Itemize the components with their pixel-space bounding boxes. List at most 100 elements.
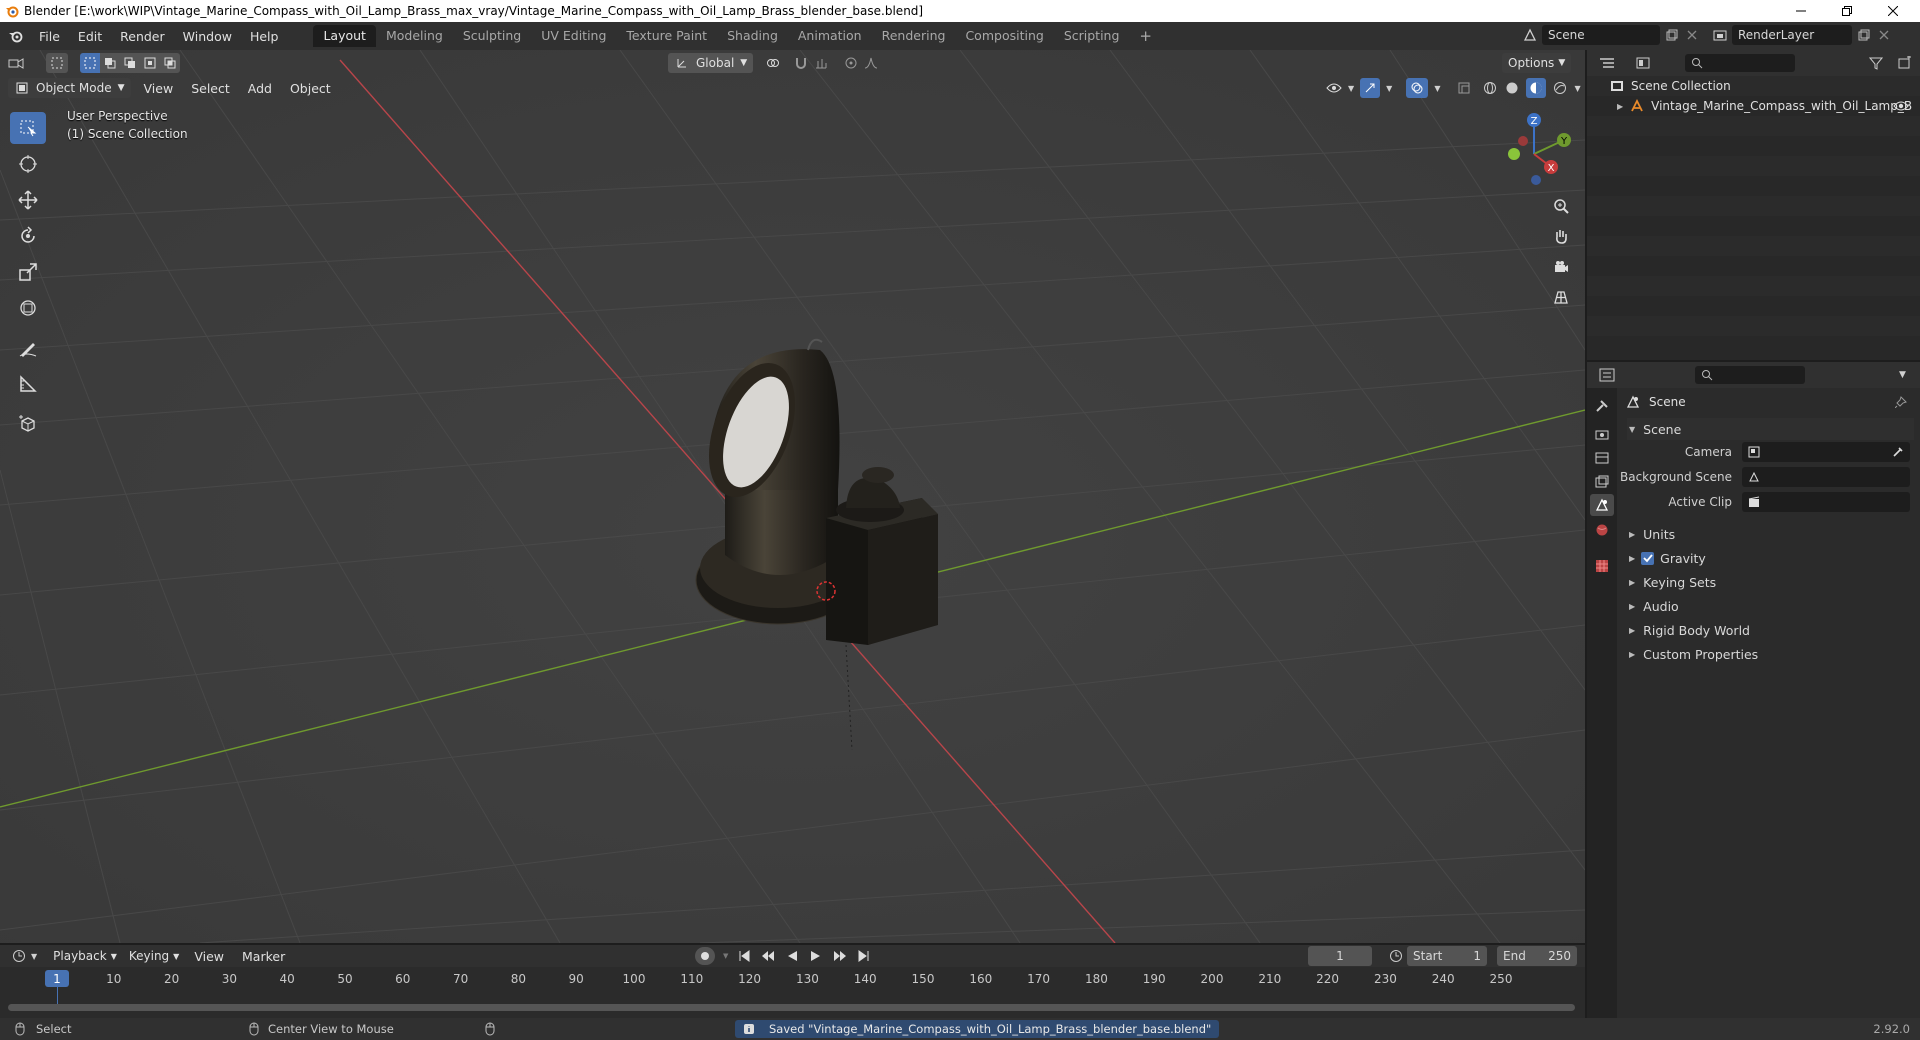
pivot-point-icon[interactable] — [765, 55, 781, 71]
rigid-body-world-panel[interactable]: ▶ Rigid Body World — [1627, 619, 1914, 641]
properties-search-input[interactable] — [1695, 366, 1805, 384]
delete-scene-icon[interactable] — [1684, 27, 1700, 43]
editor-type-icon[interactable] — [8, 55, 24, 71]
tab-animation[interactable]: Animation — [788, 25, 872, 47]
menu-file[interactable]: File — [30, 29, 69, 44]
tab-sculpting[interactable]: Sculpting — [453, 25, 531, 47]
orthographic-toggle-icon[interactable] — [1548, 284, 1574, 310]
chevron-down-icon[interactable]: ▼ — [723, 952, 728, 960]
select-subtract-icon[interactable] — [120, 53, 140, 73]
zoom-icon[interactable] — [1548, 193, 1574, 219]
new-scene-icon[interactable] — [1664, 27, 1680, 43]
tab-shading[interactable]: Shading — [717, 25, 788, 47]
solid-shading-icon[interactable] — [1504, 80, 1520, 96]
snap-target-icon[interactable] — [813, 55, 829, 71]
play-icon[interactable] — [808, 948, 824, 964]
camera-field[interactable] — [1742, 442, 1910, 462]
play-reverse-icon[interactable] — [784, 948, 800, 964]
chevron-down-icon[interactable]: ▼ — [1899, 370, 1906, 380]
timeline-scrollbar[interactable] — [8, 1004, 1575, 1011]
active-clip-field[interactable] — [1742, 492, 1910, 512]
pan-hand-icon[interactable] — [1548, 223, 1574, 249]
chevron-down-icon[interactable]: ▼ — [1434, 84, 1440, 93]
chevron-down-icon[interactable]: ▼ — [1348, 84, 1354, 93]
keying-menu[interactable]: Keying ▼ — [123, 946, 185, 966]
chevron-down-icon[interactable]: ▼ — [31, 952, 37, 961]
overlays-toggle-icon[interactable] — [1406, 78, 1429, 98]
blender-menu-icon[interactable] — [8, 28, 24, 44]
options-dropdown[interactable]: Options ▼ — [1502, 53, 1572, 73]
viewport-menu-add[interactable]: Add — [239, 81, 281, 96]
transform-tool[interactable] — [10, 292, 46, 324]
falloff-icon[interactable] — [863, 55, 879, 71]
measure-tool[interactable] — [10, 368, 46, 400]
move-tool[interactable] — [10, 184, 46, 216]
timeline-ruler[interactable]: 1 10 20 30 40 50 60 70 80 90 100 110 120 130 140 150 16… — [0, 967, 1585, 1018]
display-mode-icon[interactable] — [1635, 55, 1651, 71]
chevron-down-icon[interactable]: ▼ — [1574, 84, 1580, 93]
menu-edit[interactable]: Edit — [69, 29, 111, 44]
camera-view-icon[interactable] — [1548, 254, 1574, 280]
outliner-search-input[interactable] — [1685, 54, 1795, 72]
pin-icon[interactable] — [1893, 394, 1909, 410]
tool-tab-icon[interactable] — [1594, 398, 1610, 414]
end-frame-field[interactable]: End 250 — [1497, 946, 1577, 966]
outliner-editor-icon[interactable] — [1599, 55, 1615, 71]
rotate-tool[interactable] — [10, 220, 46, 252]
record-icon[interactable] — [695, 947, 715, 965]
cursor-tool[interactable] — [10, 148, 46, 180]
tab-uv-editing[interactable]: UV Editing — [531, 25, 616, 47]
select-extend-icon[interactable] — [100, 53, 120, 73]
next-keyframe-icon[interactable] — [832, 948, 848, 964]
visibility-icon[interactable] — [1326, 80, 1342, 96]
clock-icon[interactable] — [1388, 948, 1404, 964]
tab-texture-paint[interactable]: Texture Paint — [616, 25, 717, 47]
chevron-down-icon[interactable]: ▼ — [1386, 84, 1392, 93]
expand-arrow-icon[interactable]: ▶ — [1617, 102, 1623, 111]
gravity-checkbox[interactable] — [1641, 551, 1655, 565]
start-frame-field[interactable]: Start 1 — [1407, 946, 1487, 966]
tab-scripting[interactable]: Scripting — [1054, 25, 1130, 47]
select-invert-icon[interactable] — [140, 53, 160, 73]
eye-icon[interactable] — [1893, 98, 1909, 114]
select-tool-header-icon[interactable] — [46, 53, 68, 73]
tab-rendering[interactable]: Rendering — [872, 25, 956, 47]
custom-properties-panel[interactable]: ▶ Custom Properties — [1627, 643, 1914, 665]
render-layer-icon[interactable] — [1712, 27, 1728, 43]
jump-end-icon[interactable] — [856, 948, 872, 964]
new-render-layer-icon[interactable] — [1856, 27, 1872, 43]
current-frame-field[interactable]: 1 — [1308, 946, 1372, 966]
background-scene-field[interactable] — [1742, 467, 1910, 487]
snap-icon[interactable] — [793, 55, 809, 71]
timeline-editor-icon[interactable] — [12, 948, 28, 964]
playback-menu[interactable]: Playback ▼ — [47, 946, 123, 966]
add-workspace-button[interactable]: + — [1129, 25, 1162, 47]
3d-viewport[interactable]: Global ▼ Options ▼ Object Mode ▼ View Se… — [0, 50, 1585, 943]
eyedropper-icon[interactable] — [1890, 444, 1906, 460]
playhead[interactable]: 1 — [45, 970, 69, 987]
units-panel[interactable]: ▶ Units — [1627, 523, 1914, 545]
properties-editor-icon[interactable] — [1599, 367, 1615, 383]
jump-start-icon[interactable] — [736, 948, 752, 964]
material-shading-icon[interactable] — [1526, 78, 1547, 98]
keying-sets-panel[interactable]: ▶ Keying Sets — [1627, 571, 1914, 593]
tab-compositing[interactable]: Compositing — [955, 25, 1053, 47]
navigation-gizmo[interactable]: Z Y X — [1492, 112, 1572, 192]
scene-icon[interactable] — [1522, 27, 1538, 43]
scale-tool[interactable] — [10, 256, 46, 288]
rendered-shading-icon[interactable] — [1552, 80, 1568, 96]
select-box-tool[interactable] — [10, 112, 46, 144]
xray-toggle-icon[interactable] — [1456, 80, 1472, 96]
viewport-menu-view[interactable]: View — [135, 81, 183, 96]
filter-icon[interactable] — [1868, 55, 1884, 71]
minimize-button[interactable] — [1778, 0, 1824, 22]
mode-dropdown[interactable]: Object Mode ▼ — [8, 78, 131, 98]
viewport-menu-select[interactable]: Select — [182, 81, 239, 96]
gravity-panel[interactable]: ▶ Gravity — [1627, 547, 1914, 569]
delete-render-layer-icon[interactable] — [1876, 27, 1892, 43]
menu-window[interactable]: Window — [174, 29, 241, 44]
tab-modeling[interactable]: Modeling — [376, 25, 453, 47]
maximize-button[interactable] — [1824, 0, 1870, 22]
gizmo-toggle-icon[interactable] — [1360, 78, 1381, 98]
timeline-menu-marker[interactable]: Marker — [233, 949, 294, 964]
